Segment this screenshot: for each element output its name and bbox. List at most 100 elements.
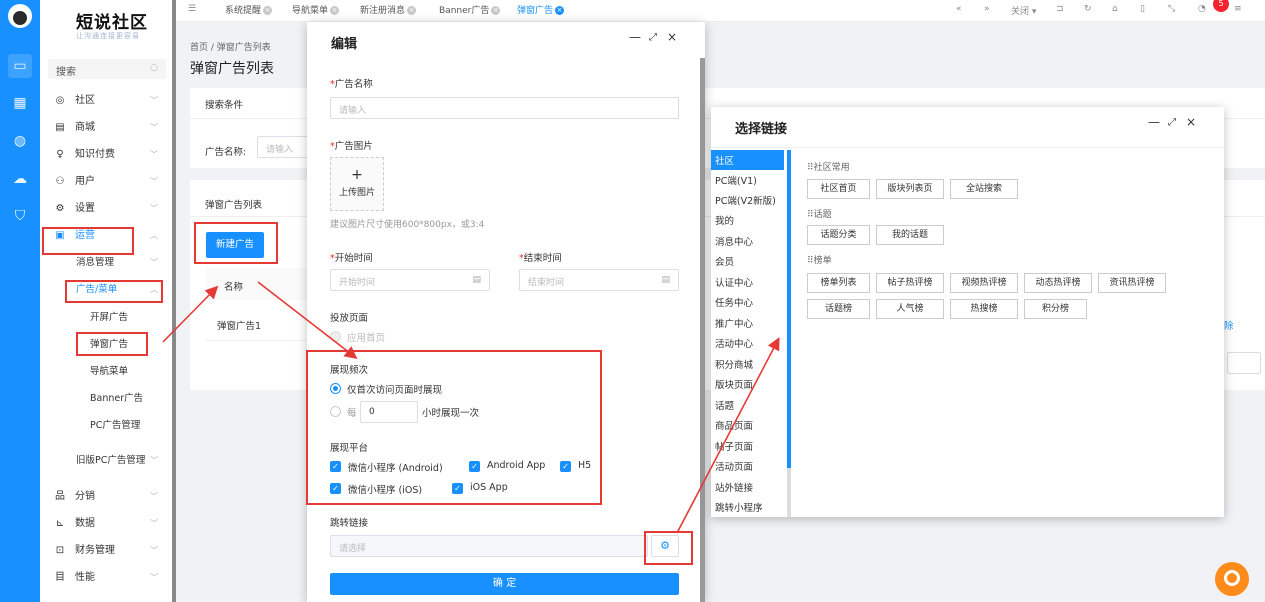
grip-icon: ⠿ [807, 163, 814, 173]
category-item[interactable]: 站外链接 [715, 480, 753, 494]
maximize-icon[interactable]: ⤢ [649, 32, 657, 43]
tab-system-reminder[interactable]: 系统提醒 × [225, 4, 273, 18]
close-icon[interactable]: × [330, 6, 340, 15]
category-item[interactable]: 活动中心 [715, 336, 753, 350]
sidebar-sub-nav-menu[interactable]: 导航菜单 [40, 359, 174, 385]
prev-icon[interactable]: « [956, 4, 962, 14]
link-option[interactable]: 榜单列表 [807, 273, 870, 293]
maximize-icon[interactable]: ⤢ [1168, 117, 1176, 128]
next-icon[interactable]: » [984, 4, 990, 14]
chart-icon: ⊾ [55, 518, 65, 529]
placement-option-home: 应用首页 [347, 333, 386, 344]
grid-icon[interactable]: ▦ [8, 91, 32, 115]
sidebar-item-performance[interactable]: 目 性能 ﹀ [40, 565, 174, 591]
category-item[interactable]: 积分商城 [715, 357, 753, 371]
sidebar-item-settings[interactable]: ⚙ 设置 ﹀ [40, 196, 174, 222]
refresh-icon[interactable]: ↻ [1084, 4, 1092, 14]
sidebar-item-users[interactable]: ⚇ 用户 ﹀ [40, 169, 174, 195]
category-item[interactable]: 跳转小程序 [715, 500, 763, 514]
delete-link[interactable]: 除 [1224, 318, 1234, 332]
link-option[interactable]: 我的话题 [876, 225, 944, 245]
close-icon[interactable]: × [1186, 115, 1196, 129]
category-item[interactable]: 认证中心 [715, 275, 753, 289]
sidebar-item-distribution[interactable]: 品 分销 ﹀ [40, 484, 174, 510]
link-option[interactable]: 视频热评榜 [950, 273, 1018, 293]
chevron-down-icon: ﹀ [150, 519, 158, 528]
category-item[interactable]: PC端(V1) [715, 173, 757, 187]
link-option[interactable]: 全站搜索 [950, 179, 1018, 199]
ad-name-input[interactable]: 请输入 [330, 97, 679, 119]
chevron-down-icon: ﹀ [150, 177, 158, 186]
category-item[interactable]: 消息中心 [715, 234, 753, 248]
close-icon[interactable]: × [407, 6, 417, 15]
category-item[interactable]: 我的 [715, 213, 734, 227]
sidebar-sub-pc-ads[interactable]: PC广告管理 [40, 413, 174, 439]
minimize-icon[interactable]: — [1148, 115, 1160, 129]
link-option[interactable]: 话题分类 [807, 225, 870, 245]
sidebar-sub-splash-ad[interactable]: 开屏广告 [40, 305, 174, 331]
category-item[interactable]: 会员 [715, 254, 734, 268]
link-option[interactable]: 帖子热评榜 [876, 273, 944, 293]
category-item[interactable]: 社区 [715, 153, 734, 167]
sidebar-item-finance[interactable]: ⊡ 财务管理 ﹀ [40, 538, 174, 564]
bulb-icon: ♀ [56, 149, 64, 160]
sidebar-item-knowledge[interactable]: ♀ 知识付费 ﹀ [40, 142, 174, 168]
page-size-select[interactable] [1227, 352, 1261, 374]
cloud-icon[interactable]: ☁ [8, 167, 32, 191]
close-icon[interactable]: × [555, 6, 565, 15]
close-icon[interactable]: × [667, 30, 677, 44]
fullscreen-icon[interactable]: ⤡ [1168, 4, 1175, 14]
confirm-button[interactable]: 确 定 [330, 573, 679, 595]
bell-icon[interactable]: ◔ [1198, 4, 1206, 14]
upload-image-button[interactable]: + 上传图片 [330, 157, 384, 211]
category-item[interactable]: PC端(V2新版) [715, 193, 776, 207]
shield-icon[interactable]: ⛉ [8, 204, 32, 228]
link-option[interactable]: 积分榜 [1024, 299, 1087, 319]
tab-nav-menu[interactable]: 导航菜单 × [292, 4, 340, 18]
menu-toggle-icon[interactable]: ☰ [188, 4, 196, 14]
tablet-icon[interactable]: ▯ [1140, 4, 1145, 14]
tab-banner[interactable]: Banner广告 × [439, 4, 501, 18]
sidebar-sub-old-pc-ads[interactable]: 旧版PC广告管理 ﹀ [40, 448, 174, 474]
tab-new-registration[interactable]: 新注册消息 × [360, 4, 417, 18]
close-menu[interactable]: 关闭 ▾ [1011, 4, 1036, 17]
customer-support-button[interactable] [1215, 562, 1249, 596]
logo-subtitle: 让沟通连接更容易 [76, 32, 140, 40]
category-item[interactable]: 推广中心 [715, 316, 753, 330]
tab-popup-ad[interactable]: 弹窗广告 × [517, 4, 565, 18]
monitor-icon[interactable]: ▭ [8, 54, 32, 78]
link-option[interactable]: 人气榜 [876, 299, 944, 319]
sidebar-item-community[interactable]: ◎ 社区 ﹀ [40, 88, 174, 114]
sidebar-sub-banner[interactable]: Banner广告 [40, 386, 174, 412]
category-item[interactable]: 帖子页面 [715, 439, 753, 453]
home-icon[interactable]: ⌂ [1112, 4, 1118, 14]
close-icon[interactable]: × [491, 6, 501, 15]
sidebar-item-data[interactable]: ⊾ 数据 ﹀ [40, 511, 174, 537]
link-option[interactable]: 版块列表页 [876, 179, 944, 199]
minimize-icon[interactable]: — [629, 30, 641, 44]
category-scrollbar[interactable] [787, 150, 791, 468]
category-item[interactable]: 任务中心 [715, 295, 753, 309]
sidebar-scrollbar[interactable] [172, 0, 176, 602]
lock-icon[interactable]: ⊐ [1056, 4, 1064, 14]
link-option[interactable]: 话题榜 [807, 299, 870, 319]
jump-link-input[interactable]: 请选择 [330, 535, 648, 557]
sidebar-item-mall[interactable]: ▤ 商城 ﹀ [40, 115, 174, 141]
category-item[interactable]: 活动页面 [715, 459, 753, 473]
link-option[interactable]: 社区首页 [807, 179, 870, 199]
menu-search-input[interactable]: 搜索 ○ [48, 59, 166, 79]
avatar[interactable] [8, 4, 32, 28]
category-item[interactable]: 版块页面 [715, 377, 753, 391]
link-option[interactable]: 动态热评榜 [1024, 273, 1092, 293]
link-option[interactable]: 资讯热评榜 [1098, 273, 1166, 293]
globe-icon[interactable]: ◍ [8, 129, 32, 153]
category-item[interactable]: 商品页面 [715, 418, 753, 432]
start-time-input[interactable]: 开始时间 ▤ [330, 269, 490, 291]
link-option[interactable]: 热搜榜 [950, 299, 1018, 319]
end-time-input[interactable]: 结束时间 ▤ [519, 269, 679, 291]
category-item[interactable]: 话题 [715, 398, 734, 412]
more-icon[interactable]: ≡ [1234, 4, 1242, 14]
close-icon[interactable]: × [263, 6, 273, 15]
chevron-down-icon: ﹀ [150, 204, 158, 213]
modal-scrollbar[interactable] [700, 58, 705, 602]
